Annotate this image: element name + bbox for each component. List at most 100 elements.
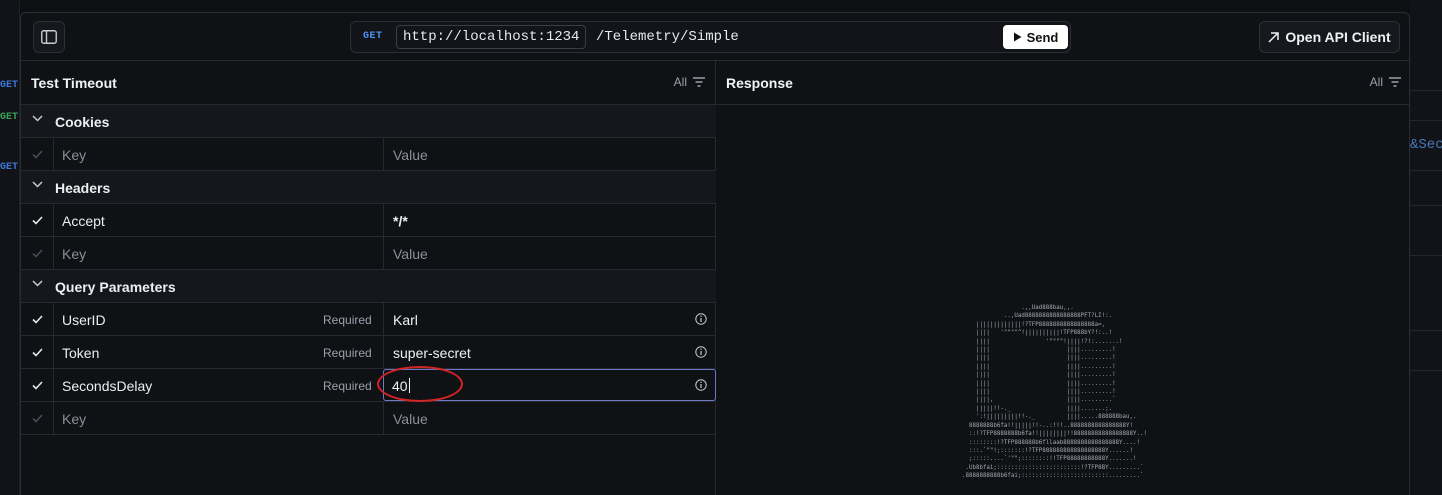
bg-method-label[interactable]: GET <box>0 80 18 91</box>
send-button-label: Send <box>1026 29 1059 45</box>
value-input[interactable]: */* <box>393 213 408 229</box>
response-title: Response <box>726 75 793 91</box>
check-icon <box>31 380 43 390</box>
request-panel: Test Timeout All Cookies Key Value Heade… <box>21 61 716 495</box>
section-query-parameters[interactable]: Query Parameters <box>21 270 716 303</box>
response-ascii-art: .,,Uad888bau,,. ..,Uad8888888888888888PF… <box>962 304 1147 481</box>
filter-label: All <box>1369 75 1383 89</box>
row-checkbox[interactable] <box>21 204 54 236</box>
ascii-line: |||||!!-._ ||||.......;. <box>962 405 1113 412</box>
path-input[interactable]: /Telemetry/Simple <box>596 26 739 48</box>
filter-label: All <box>673 75 687 89</box>
request-header: Test Timeout All <box>21 61 715 105</box>
chevron-down-icon <box>32 115 43 122</box>
bg-method-label[interactable]: GET <box>0 162 18 173</box>
check-icon <box>31 347 43 357</box>
section-label: Cookies <box>55 114 110 130</box>
ascii-line: .8888888888b6fai;:::::::::::::::::::::::… <box>962 473 1144 480</box>
row-checkbox[interactable] <box>21 237 54 269</box>
send-button[interactable]: Send <box>1003 25 1068 49</box>
value-cell: */* <box>383 204 716 236</box>
row-checkbox[interactable] <box>21 138 54 170</box>
query-row-secondsdelay: SecondsDelay Required 40 <box>21 366 716 402</box>
ascii-line: |||| ||||.........! <box>962 347 1116 354</box>
value-cell: Value <box>383 237 716 269</box>
ascii-line: ;:::::....`'"";::::::::!!TFP88888888888Y… <box>962 456 1137 463</box>
check-icon <box>31 149 43 159</box>
value-input[interactable]: Value <box>393 147 428 163</box>
check-icon <box>31 314 43 324</box>
server-url[interactable]: http://localhost:1234 <box>396 25 587 49</box>
key-input[interactable]: SecondsDelay <box>62 378 152 394</box>
ascii-line: ||||, ||||.........` <box>962 397 1116 404</box>
section-label: Headers <box>55 180 111 196</box>
url-bar[interactable]: GET http://localhost:1234 /Telemetry/Sim… <box>350 21 1071 53</box>
section-label: Query Parameters <box>55 279 176 295</box>
row-checkbox[interactable] <box>21 402 54 434</box>
value-cell: Value <box>383 402 716 434</box>
key-input[interactable]: Accept <box>62 213 105 229</box>
check-icon <box>31 248 43 258</box>
section-cookies[interactable]: Cookies <box>21 105 716 138</box>
request-title: Test Timeout <box>31 75 117 91</box>
open-api-client-label: Open API Client <box>1285 29 1391 45</box>
key-input[interactable]: UserID <box>62 312 106 328</box>
key-input[interactable]: Key <box>62 246 86 262</box>
info-icon[interactable] <box>695 313 707 325</box>
value-input[interactable]: Karl <box>393 312 418 328</box>
filter-icon <box>1389 77 1401 87</box>
api-client-modal: GET http://localhost:1234 /Telemetry/Sim… <box>20 12 1410 495</box>
response-filter[interactable]: All <box>1370 75 1401 89</box>
header-row-empty: Key Value <box>21 237 716 270</box>
ascii-line: :::.`""!;:::::::!?TFP888888888888888888Y… <box>962 447 1134 454</box>
sidebar-toggle-icon <box>41 30 57 44</box>
query-row-userid: UserID Required Karl <box>21 303 716 336</box>
request-filter[interactable]: All <box>674 75 705 89</box>
row-checkbox[interactable] <box>21 336 54 368</box>
ascii-line: ::::::::!?TFP888888b6fllaab8888888888888… <box>962 439 1140 446</box>
ascii-line: |||| '""""^!||||||||||!TFP888bY?!:..! <box>962 330 1113 337</box>
section-headers[interactable]: Headers <box>21 171 716 204</box>
ascii-line: ::!?TFP8888888b6fa!!||||||||!!8888888888… <box>962 431 1147 438</box>
response-header: Response All <box>716 61 1409 105</box>
ascii-line: |||| ||||.........! <box>962 389 1116 396</box>
check-icon <box>31 413 43 423</box>
value-cell: Karl <box>383 303 716 335</box>
ascii-line: |||| ||||.........! <box>962 363 1116 370</box>
key-input[interactable]: Token <box>62 345 99 361</box>
open-api-client-button[interactable]: Open API Client <box>1259 21 1400 53</box>
ascii-line: .,,Uad888bau,,. <box>962 305 1074 311</box>
value-cell: super-secret <box>383 336 716 368</box>
required-label: Required <box>323 379 372 393</box>
row-checkbox[interactable] <box>21 369 54 401</box>
row-checkbox[interactable] <box>21 303 54 335</box>
value-input[interactable]: super-secret <box>393 345 471 361</box>
required-label: Required <box>323 346 372 360</box>
play-icon <box>1013 32 1022 42</box>
ascii-line: |||| '""""!||||!?!:.......! <box>962 338 1123 345</box>
bg-url-fragment: &Sec <box>1410 137 1442 153</box>
ascii-line: |||| ||||.........! <box>962 372 1116 379</box>
info-icon[interactable] <box>695 379 707 391</box>
required-label: Required <box>323 313 372 327</box>
ascii-line: ':!|||||||||!!-._ ||||.....888888bau,. <box>962 414 1137 421</box>
bg-method-label[interactable]: GET <box>0 112 18 123</box>
sidebar-toggle-button[interactable] <box>33 21 65 53</box>
method-selector[interactable]: GET <box>363 31 383 42</box>
external-arrow-icon <box>1268 31 1280 43</box>
annotation-circle <box>377 366 463 402</box>
check-icon <box>31 215 43 225</box>
response-panel: Response All .,,Uad888bau,,. ..,Uad88888… <box>716 61 1409 495</box>
key-input[interactable]: Key <box>62 411 86 427</box>
info-icon[interactable] <box>695 346 707 358</box>
ascii-line: 8888888b6fa!!|||||!!-..:!!!..88888888888… <box>962 422 1134 429</box>
key-input[interactable]: Key <box>62 147 86 163</box>
background-content: &Sec <box>1410 0 1442 495</box>
value-input[interactable]: Value <box>393 411 428 427</box>
value-input[interactable]: Value <box>393 246 428 262</box>
value-cell: Value <box>383 138 716 170</box>
chevron-down-icon <box>32 280 43 287</box>
cookie-row-empty: Key Value <box>21 138 716 171</box>
ascii-line: |||| ||||.........! <box>962 355 1116 362</box>
chevron-down-icon <box>32 181 43 188</box>
